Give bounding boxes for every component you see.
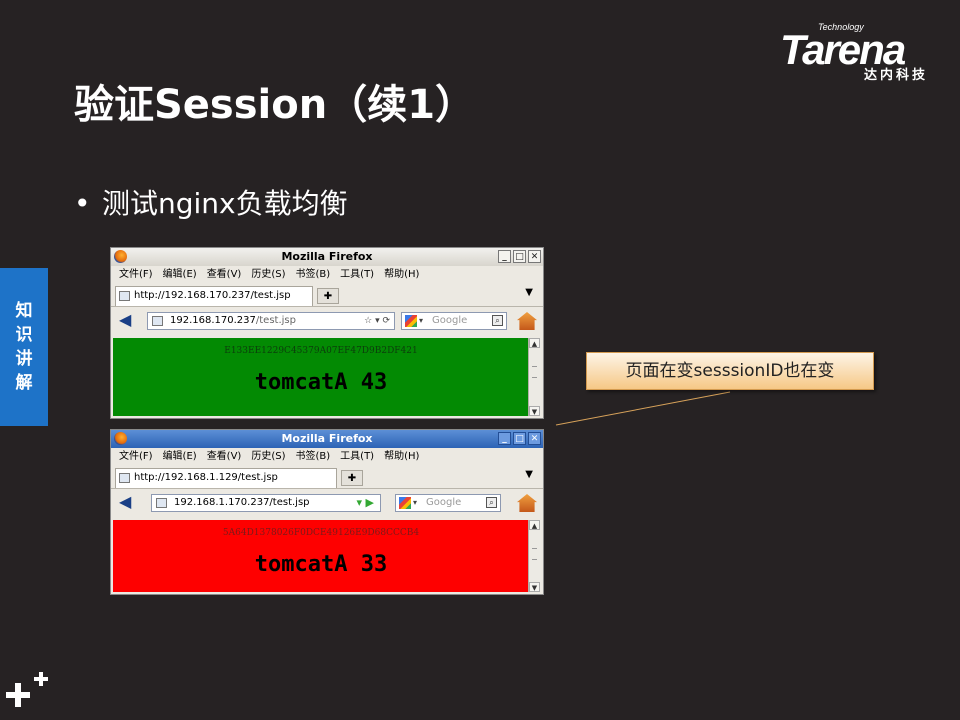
menu-help[interactable]: 帮助(H) (384, 448, 419, 466)
page-icon (152, 316, 163, 326)
scroll-down-icon[interactable]: ▼ (529, 582, 540, 592)
page-content: 5A64D1378026F0DCE49126E9D68CCCB4 tomcatA… (113, 520, 529, 592)
url-path: /test.jsp (255, 315, 296, 326)
tomcat-counter: tomcatA 33 (254, 552, 388, 577)
menu-history[interactable]: 历史(S) (251, 448, 285, 466)
menu-edit[interactable]: 编辑(E) (163, 448, 197, 466)
window-title: Mozilla Firefox (281, 250, 373, 263)
google-icon (399, 497, 411, 509)
title-bar[interactable]: Mozilla Firefox _ □ ✕ (111, 248, 543, 266)
menu-view[interactable]: 查看(V) (207, 448, 242, 466)
new-tab-button[interactable]: ✚ (341, 470, 363, 486)
search-placeholder: Google (432, 315, 468, 326)
tarena-logo: Technology Tarena 达内科技 (780, 22, 945, 83)
menu-bookmarks[interactable]: 书签(B) (296, 266, 331, 284)
menu-bar: 文件(F) 编辑(E) 查看(V) 历史(S) 书签(B) 工具(T) 帮助(H… (111, 448, 543, 466)
search-box[interactable]: ▾ Google ⌕ (401, 312, 507, 330)
page-icon (119, 291, 130, 301)
browser-tab[interactable]: http://192.168.1.129/test.jsp (115, 468, 337, 488)
tomcat-counter: tomcatA 43 (254, 370, 388, 395)
session-id: E133EE1229C45379A07EF47D9B2DF421 (224, 346, 418, 356)
back-arrow-icon[interactable]: ◀ (119, 494, 131, 510)
side-tab-char: 解 (15, 373, 33, 393)
bullet-dot-icon: • (74, 187, 91, 220)
go-arrow-icon[interactable]: ▾ ▶ (357, 495, 374, 511)
maximize-button[interactable]: □ (513, 250, 526, 263)
close-button[interactable]: ✕ (528, 250, 541, 263)
navigation-toolbar: ◀ 192.168.170.237/test.jsp ☆ ▾ ⟳ ▾ Googl… (111, 307, 543, 335)
navigation-toolbar: ◀ 192.168.1.170.237/test.jsp ▾ ▶ ▾ Googl… (111, 489, 543, 517)
search-box[interactable]: ▾ Google ⌕ (395, 494, 501, 512)
firefox-window-2: Mozilla Firefox _ □ ✕ 文件(F) 编辑(E) 查看(V) … (110, 429, 544, 595)
menu-file[interactable]: 文件(F) (119, 448, 153, 466)
tab-strip: http://192.168.1.129/test.jsp ✚ ▼ (111, 466, 543, 489)
home-icon[interactable] (517, 312, 537, 330)
scroll-grip[interactable] (532, 548, 537, 560)
bullet-item: • 测试nginx负载均衡 (74, 182, 348, 222)
session-id: 5A64D1378026F0DCE49126E9D68CCCB4 (222, 528, 420, 538)
close-button[interactable]: ✕ (528, 432, 541, 445)
search-icon[interactable]: ⌕ (486, 497, 497, 508)
menu-tools[interactable]: 工具(T) (340, 448, 374, 466)
maximize-button[interactable]: □ (513, 432, 526, 445)
page-icon (119, 473, 130, 483)
engine-dropdown-icon[interactable]: ▾ (419, 313, 423, 329)
scroll-down-icon[interactable]: ▼ (529, 406, 540, 416)
scroll-grip[interactable] (532, 366, 537, 378)
tab-strip: http://192.168.170.237/test.jsp ✚ ▼ (111, 284, 543, 307)
vertical-scrollbar[interactable]: ▲ ▼ (528, 520, 541, 592)
vertical-scrollbar[interactable]: ▲ ▼ (528, 338, 541, 416)
page-icon (156, 498, 167, 508)
url-text: 192.168.1.170.237/test.jsp (174, 497, 310, 508)
bullet-text: 测试nginx负载均衡 (102, 187, 348, 220)
minimize-button[interactable]: _ (498, 250, 511, 263)
url-host: 192.168.170.237 (170, 315, 256, 326)
tab-label: http://192.168.1.129/test.jsp (134, 472, 278, 483)
firefox-icon (114, 432, 127, 445)
side-tab-char: 讲 (15, 349, 33, 369)
side-tab-char: 知 (15, 301, 33, 321)
engine-dropdown-icon[interactable]: ▾ (413, 495, 417, 511)
window-title: Mozilla Firefox (281, 432, 373, 445)
side-tab-char: 识 (15, 325, 33, 345)
search-placeholder: Google (426, 497, 462, 508)
menu-tools[interactable]: 工具(T) (340, 266, 374, 284)
menu-view[interactable]: 查看(V) (207, 266, 242, 284)
firefox-icon (114, 250, 127, 263)
slide-title: 验证Session（续1） (74, 82, 476, 128)
tab-label: http://192.168.170.237/test.jsp (134, 290, 291, 301)
browser-tab[interactable]: http://192.168.170.237/test.jsp (115, 286, 313, 306)
menu-history[interactable]: 历史(S) (251, 266, 285, 284)
menu-edit[interactable]: 编辑(E) (163, 266, 197, 284)
home-icon[interactable] (517, 494, 537, 512)
scroll-up-icon[interactable]: ▲ (529, 338, 540, 348)
url-bar[interactable]: 192.168.1.170.237/test.jsp ▾ ▶ (151, 494, 381, 512)
tab-list-dropdown-icon[interactable]: ▼ (525, 287, 533, 298)
back-arrow-icon[interactable]: ◀ (119, 312, 131, 328)
google-icon (405, 315, 417, 327)
page-content: E133EE1229C45379A07EF47D9B2DF421 tomcatA… (113, 338, 529, 416)
minimize-button[interactable]: _ (498, 432, 511, 445)
firefox-window-1: Mozilla Firefox _ □ ✕ 文件(F) 编辑(E) 查看(V) … (110, 247, 544, 419)
logo-chinese-name: 达内科技 (864, 68, 929, 83)
menu-help[interactable]: 帮助(H) (384, 266, 419, 284)
side-tab-knowledge: 知 识 讲 解 (0, 268, 48, 426)
callout-box: 页面在变sesssionID也在变 (586, 352, 874, 390)
bookmark-star-icon[interactable]: ☆ ▾ ⟳ (364, 313, 390, 329)
menu-bookmarks[interactable]: 书签(B) (296, 448, 331, 466)
new-tab-button[interactable]: ✚ (317, 288, 339, 304)
search-icon[interactable]: ⌕ (492, 315, 503, 326)
menu-bar: 文件(F) 编辑(E) 查看(V) 历史(S) 书签(B) 工具(T) 帮助(H… (111, 266, 543, 284)
title-bar[interactable]: Mozilla Firefox _ □ ✕ (111, 430, 543, 448)
menu-file[interactable]: 文件(F) (119, 266, 153, 284)
url-bar[interactable]: 192.168.170.237/test.jsp ☆ ▾ ⟳ (147, 312, 395, 330)
scroll-up-icon[interactable]: ▲ (529, 520, 540, 530)
tab-list-dropdown-icon[interactable]: ▼ (525, 469, 533, 480)
plus-logo-icon (6, 672, 48, 707)
